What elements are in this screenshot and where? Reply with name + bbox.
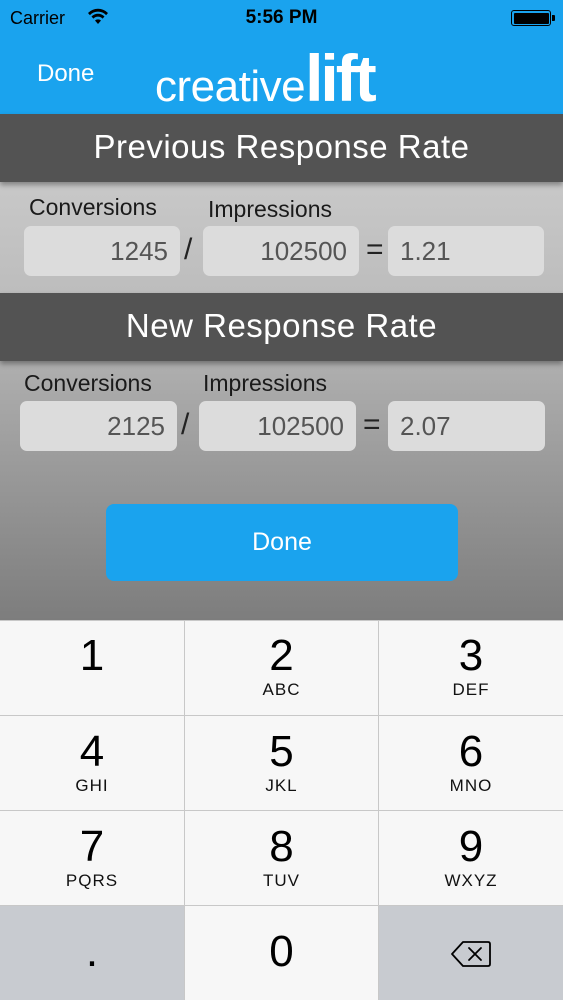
key-letters: DEF	[452, 680, 490, 699]
clock: 5:56 PM	[245, 7, 318, 28]
key-2[interactable]: 2 ABC	[185, 620, 378, 715]
battery-icon	[511, 10, 555, 26]
status-bar: Carrier 5:56 PM	[0, 0, 563, 36]
previous-divide-sign: /	[184, 233, 193, 266]
key-0[interactable]: 0	[185, 906, 378, 1000]
key-letters: TUV	[263, 871, 300, 890]
logo-text-creative: creative	[155, 62, 306, 111]
new-impressions-label: Impressions	[203, 370, 327, 396]
key-letters: JKL	[265, 776, 298, 795]
done-button[interactable]: Done	[106, 504, 458, 581]
key-letters: ABC	[262, 680, 301, 699]
key-letters: MNO	[449, 776, 493, 795]
new-equals-sign: =	[363, 408, 381, 441]
key-digit: 2	[269, 631, 294, 680]
key-delete[interactable]	[379, 906, 563, 1000]
nav-done-button[interactable]: Done	[37, 60, 94, 88]
previous-rate-header: Previous Response Rate	[0, 114, 563, 182]
previous-equals-sign: =	[366, 233, 384, 266]
keypad-divider	[0, 905, 563, 906]
numeric-keypad: 1 2 ABC 3 DEF 4 GHI 5 JKL 6 MNO 7 PQRS 8…	[0, 620, 563, 1000]
key-digit: 9	[458, 822, 484, 871]
key-digit: 7	[79, 822, 105, 871]
previous-impressions-label: Impressions	[208, 196, 332, 222]
key-5[interactable]: 5 JKL	[185, 716, 378, 810]
key-decimal[interactable]: .	[0, 906, 184, 1000]
new-conversions-label: Conversions	[24, 370, 152, 396]
backspace-icon	[451, 941, 491, 967]
keypad-divider	[0, 810, 563, 811]
key-letters: PQRS	[65, 871, 119, 890]
key-3[interactable]: 3 DEF	[379, 620, 563, 715]
new-rate-header: New Response Rate	[0, 293, 563, 361]
new-divide-sign: /	[181, 408, 190, 441]
previous-impressions-field[interactable]: 102500	[203, 226, 359, 276]
nav-bar: Done creativelift	[0, 36, 563, 115]
key-digit: 1	[79, 631, 105, 680]
previous-conversions-field[interactable]: 1245	[24, 226, 180, 276]
previous-conversions-label: Conversions	[29, 194, 157, 220]
key-1[interactable]: 1	[0, 620, 184, 715]
key-digit: 3	[458, 631, 484, 680]
creativelift-logo: creativelift	[155, 40, 377, 115]
key-letters: GHI	[75, 776, 109, 795]
keypad-divider	[184, 620, 185, 1000]
key-6[interactable]: 6 MNO	[379, 716, 563, 810]
keypad-divider	[378, 620, 379, 1000]
key-digit: 6	[458, 727, 484, 776]
key-digit: 0	[269, 927, 294, 976]
key-digit: 4	[79, 727, 105, 776]
calculator-area: Previous Response Rate Conversions Impre…	[0, 114, 563, 620]
key-digit: 8	[269, 822, 294, 871]
new-result-field: 2.07	[388, 401, 545, 451]
keypad-divider	[0, 715, 563, 716]
key-digit: 5	[269, 727, 294, 776]
key-7[interactable]: 7 PQRS	[0, 811, 184, 905]
key-letters: WXYZ	[444, 871, 498, 890]
previous-result-field: 1.21	[388, 226, 544, 276]
new-impressions-field[interactable]: 102500	[199, 401, 356, 451]
new-conversions-field[interactable]: 2125	[20, 401, 177, 451]
logo-text-lift: lift	[305, 41, 377, 115]
keypad-divider	[0, 620, 563, 621]
key-4[interactable]: 4 GHI	[0, 716, 184, 810]
key-8[interactable]: 8 TUV	[185, 811, 378, 905]
key-decimal-symbol: .	[85, 927, 99, 976]
key-9[interactable]: 9 WXYZ	[379, 811, 563, 905]
